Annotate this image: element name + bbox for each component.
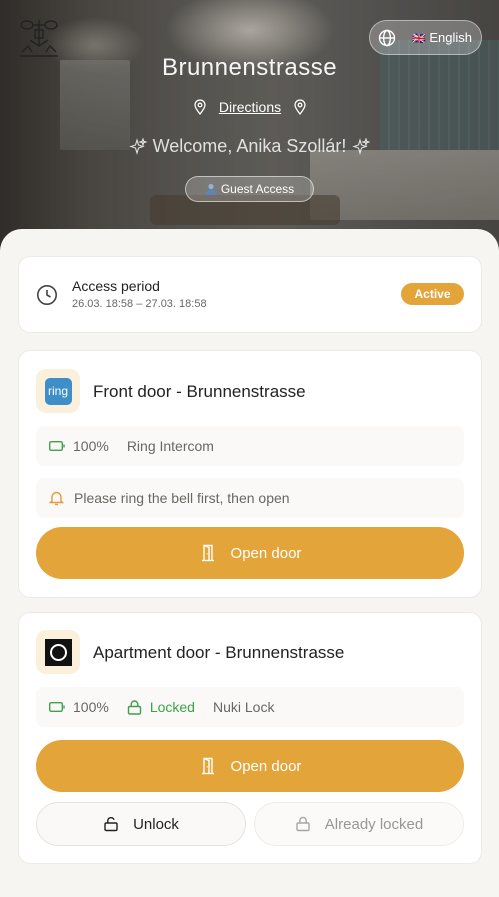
battery-icon <box>49 702 65 712</box>
flag-icon: 🇬🇧 <box>412 33 426 45</box>
person-icon <box>205 183 216 195</box>
property-title: Brunnenstrasse <box>161 54 338 81</box>
welcome-text: Welcome, Anika Szollár! <box>152 136 347 156</box>
status-badge: Active <box>401 283 464 305</box>
ring-logo-mark: ring <box>44 377 72 405</box>
clock-icon <box>37 285 57 305</box>
nuki-logo <box>36 630 80 674</box>
battery-level: 100% <box>73 438 109 454</box>
open-door-button[interactable]: Open door <box>36 740 464 792</box>
guest-access-badge: Guest Access <box>185 176 314 202</box>
door-status-row: 100% Locked Nuki Lock <box>36 687 464 727</box>
already-locked-button[interactable]: Already locked <box>254 802 464 846</box>
battery-icon <box>49 441 65 451</box>
open-door-label: Open door <box>230 544 302 562</box>
unlock-icon <box>104 817 118 832</box>
door-icon <box>201 544 214 562</box>
globe-icon <box>378 29 396 46</box>
device-type: Ring Intercom <box>126 438 214 454</box>
directions-link[interactable]: Directions <box>190 96 310 118</box>
door-notice-row: Please ring the bell first, then open <box>36 478 464 518</box>
map-pin-icon <box>294 99 306 115</box>
unlock-button[interactable]: Unlock <box>36 802 246 846</box>
language-selector[interactable]: 🇬🇧 English <box>369 20 482 55</box>
directions-label: Directions <box>218 99 282 115</box>
sparkle-icon <box>352 137 371 155</box>
map-pin-icon <box>194 99 206 115</box>
door-icon <box>201 757 214 775</box>
access-period-title: Access period <box>72 278 160 294</box>
device-type: Nuki Lock <box>212 699 275 715</box>
door-title-front: Front door - Brunnenstrasse <box>93 382 306 401</box>
bell-icon <box>49 491 64 506</box>
ring-logo: ring <box>36 369 80 413</box>
open-door-button[interactable]: Open door <box>36 527 464 579</box>
language-label: English <box>429 30 472 45</box>
welcome-message: Welcome, Anika Szollár! <box>0 136 499 157</box>
open-door-label: Open door <box>230 757 302 775</box>
sparkle-icon <box>128 137 147 155</box>
nuki-logo-mark <box>44 638 72 666</box>
unlock-label: Unlock <box>133 815 179 833</box>
lock-icon <box>127 699 142 715</box>
guest-access-label: Guest Access <box>220 182 295 196</box>
lock-state: Locked <box>149 699 195 715</box>
door-notice: Please ring the bell first, then open <box>74 490 290 506</box>
already-locked-label: Already locked <box>324 815 424 833</box>
battery-level: 100% <box>73 699 109 715</box>
door-status-row: 100% Ring Intercom <box>36 426 464 466</box>
lock-icon <box>296 816 310 832</box>
access-period-range: 26.03. 18:58 – 27.03. 18:58 <box>72 298 207 310</box>
door-title-apartment: Apartment door - Brunnenstrasse <box>93 643 345 662</box>
